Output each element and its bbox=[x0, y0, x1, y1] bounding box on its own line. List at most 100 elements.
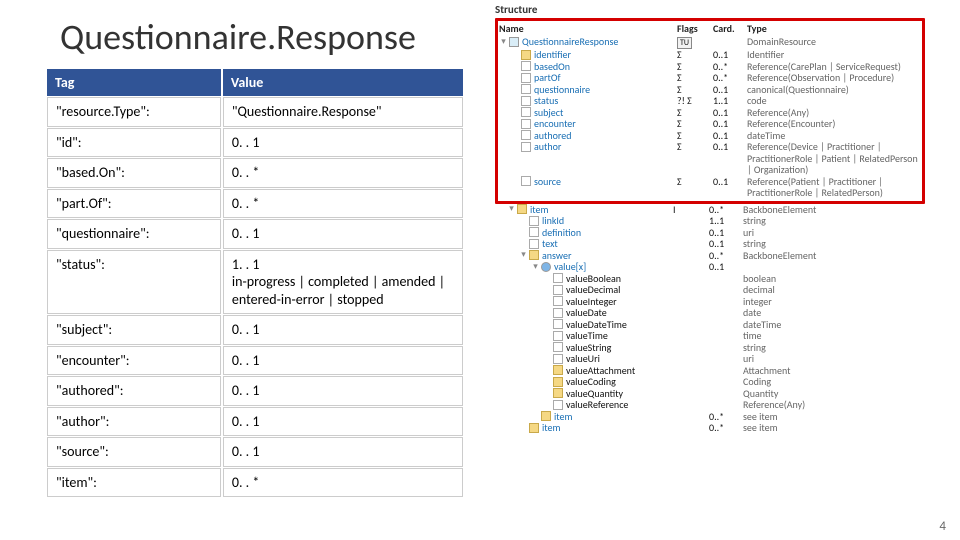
value-cell: 0. . * bbox=[223, 189, 463, 219]
tree-name: valueDecimal bbox=[495, 284, 673, 296]
tree-label[interactable]: status bbox=[534, 95, 558, 107]
tag-cell: "item": bbox=[47, 468, 221, 498]
highlight-box: Name Flags Card. Type ▾QuestionnaireResp… bbox=[495, 18, 925, 204]
tag-cell: "id": bbox=[47, 128, 221, 158]
tree-flags: ?! Σ bbox=[677, 95, 713, 107]
tree-row: valueCoding Coding bbox=[495, 376, 925, 388]
tree-label[interactable]: value[x] bbox=[554, 261, 586, 273]
tree-label[interactable]: partOf bbox=[534, 72, 561, 84]
tree-type: Coding bbox=[743, 376, 925, 388]
folder-icon bbox=[553, 377, 563, 387]
tree-type: dateTime bbox=[743, 319, 925, 331]
tree-row: valueAttachmentAttachment bbox=[495, 365, 925, 377]
tree-card: 1..1 bbox=[709, 215, 743, 227]
leaf-icon bbox=[521, 176, 531, 186]
tree-card: 0..1 bbox=[709, 238, 743, 250]
value-cell: 0. . 1 bbox=[223, 315, 463, 345]
tree-name: ▾ value[x] bbox=[495, 261, 673, 273]
tree-type: Reference(Device | Practitioner | Practi… bbox=[747, 141, 921, 176]
table-row: "id":0. . 1 bbox=[47, 128, 463, 158]
tree-label: valueTime bbox=[566, 330, 608, 342]
leaf-icon bbox=[521, 84, 531, 94]
twist-icon: ▾ bbox=[531, 262, 540, 272]
tag-cell: "subject": bbox=[47, 315, 221, 345]
tag-cell: "source": bbox=[47, 437, 221, 467]
table-row: "questionnaire":0. . 1 bbox=[47, 219, 463, 249]
value-cell: 0. . 1 bbox=[223, 346, 463, 376]
tree-flags: TU bbox=[677, 36, 713, 49]
table-row: "source":0. . 1 bbox=[47, 437, 463, 467]
value-cell: 0. . 1 bbox=[223, 407, 463, 437]
tree-card: 1..1 bbox=[713, 95, 747, 107]
tree-label[interactable]: source bbox=[534, 176, 561, 188]
tree-label[interactable]: QuestionnaireResponse bbox=[522, 36, 618, 48]
tree-label[interactable]: linkId bbox=[542, 215, 564, 227]
value-cell: 0. . 1 bbox=[223, 219, 463, 249]
folder-icon bbox=[541, 411, 551, 421]
leaf-icon bbox=[521, 130, 531, 140]
table-row: "authored":0. . 1 bbox=[47, 376, 463, 406]
tree-card: 0..1 bbox=[713, 176, 747, 188]
tree-label[interactable]: identifier bbox=[534, 49, 571, 61]
tree-type: time bbox=[743, 330, 925, 342]
leaf-icon bbox=[521, 61, 531, 71]
tree-label[interactable]: text bbox=[542, 238, 558, 250]
structure-panel: Structure Name Flags Card. Type ▾Questio… bbox=[495, 3, 925, 436]
tree-row: status?! Σ1..1code bbox=[499, 95, 921, 107]
tree-type: date bbox=[743, 307, 925, 319]
table-header-value: Value bbox=[223, 69, 463, 96]
tree-row: identifierΣ0..1Identifier bbox=[499, 49, 921, 61]
tree-name: subject bbox=[499, 107, 677, 119]
tree-row: questionnaireΣ0..1canonical(Questionnair… bbox=[499, 84, 921, 96]
tree-card: 0..1 bbox=[713, 141, 747, 153]
twist-icon: ▾ bbox=[519, 250, 528, 260]
leaf-icon bbox=[553, 319, 563, 329]
folder-icon bbox=[553, 388, 563, 398]
leaf-icon bbox=[521, 73, 531, 83]
tree-row: valueStringstring bbox=[495, 342, 925, 354]
tree-name: item bbox=[495, 411, 673, 423]
tree-row: linkId 1..1string bbox=[495, 215, 925, 227]
tree-label[interactable]: item bbox=[542, 422, 561, 434]
tree-name: ▾QuestionnaireResponse bbox=[499, 36, 677, 48]
leaf-icon bbox=[553, 400, 563, 410]
tree-name: item bbox=[495, 422, 673, 434]
tree-type: Reference(Observation | Procedure) bbox=[747, 72, 921, 84]
struct-header-type: Type bbox=[747, 22, 921, 35]
leaf-icon bbox=[553, 273, 563, 283]
tree-type: Reference(Patient | Practitioner | Pract… bbox=[747, 176, 921, 199]
tag-cell: "resource.Type": bbox=[47, 97, 221, 127]
tree-row: valueBooleanboolean bbox=[495, 273, 925, 285]
table-row: "item":0. . * bbox=[47, 468, 463, 498]
tree-type: string bbox=[743, 215, 925, 227]
tree-type: string bbox=[743, 238, 925, 250]
tree-name: identifier bbox=[499, 49, 677, 61]
folder-icon bbox=[517, 204, 527, 214]
tree-type: Identifier bbox=[747, 49, 921, 61]
tree-name: valueDate bbox=[495, 307, 673, 319]
tree-row: valueDecimaldecimal bbox=[495, 284, 925, 296]
tree-row: valueUriuri bbox=[495, 353, 925, 365]
tree-row: valueDate date bbox=[495, 307, 925, 319]
tree-name: valueCoding bbox=[495, 376, 673, 388]
tree-name: valueUri bbox=[495, 353, 673, 365]
tree-type: Reference(Any) bbox=[743, 399, 925, 411]
tree-type: BackboneElement bbox=[743, 250, 925, 262]
value-cell: 0. . * bbox=[223, 158, 463, 188]
tree-label[interactable]: encounter bbox=[534, 118, 576, 130]
leaf-icon bbox=[529, 227, 539, 237]
leaf-icon bbox=[529, 216, 539, 226]
tree-flags: Σ bbox=[677, 107, 713, 119]
leaf-icon bbox=[529, 239, 539, 249]
tree-flags: Σ bbox=[677, 72, 713, 84]
folder-icon bbox=[521, 50, 531, 60]
leaf-icon bbox=[521, 107, 531, 117]
tree-card: 0..* bbox=[713, 72, 747, 84]
tree-type: canonical(Questionnaire) bbox=[747, 84, 921, 96]
tree-flags: I bbox=[673, 204, 709, 216]
tree-flags: Σ bbox=[677, 176, 713, 188]
tree-row: valueReferenceReference(Any) bbox=[495, 399, 925, 411]
leaf-icon bbox=[553, 342, 563, 352]
tree-card: 0..1 bbox=[709, 261, 743, 273]
tree-label[interactable]: author bbox=[534, 141, 561, 153]
